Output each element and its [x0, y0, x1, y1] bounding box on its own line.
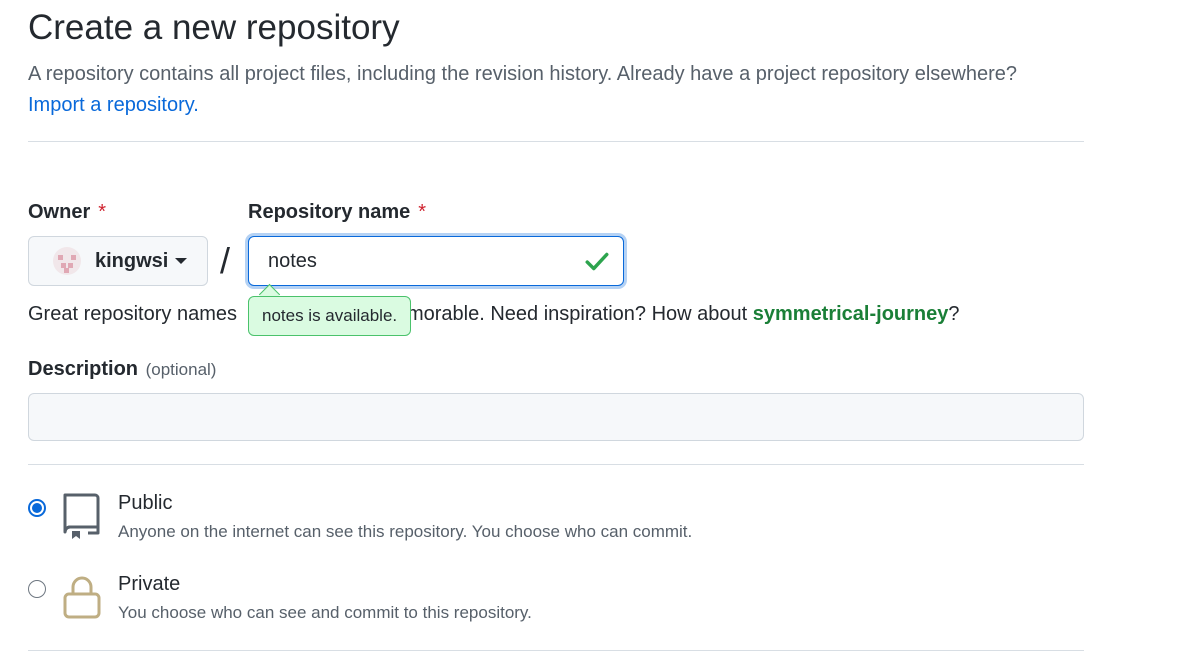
description-divider [28, 464, 1084, 465]
owner-dropdown-button[interactable]: kingwsi [28, 236, 208, 286]
description-optional-hint: (optional) [145, 360, 217, 379]
repository-name-required-mark: * [418, 201, 427, 223]
private-description: You choose who can see and commit to thi… [118, 603, 532, 622]
hint-suffix: ? [948, 303, 960, 325]
hint-middle: morable. Need inspiration? How about [406, 303, 748, 325]
subtitle-text: A repository contains all project files,… [28, 63, 1018, 85]
public-description: Anyone on the internet can see this repo… [118, 522, 693, 541]
repository-name-input[interactable] [248, 236, 624, 286]
repo-icon [63, 493, 100, 539]
repository-name-hint: Great repository names morable. Need insp… [28, 303, 960, 326]
caret-down-icon [175, 258, 188, 264]
check-icon [585, 252, 609, 271]
owner-repo-separator: / [220, 240, 231, 281]
repository-name-label: Repository name * [248, 201, 426, 224]
owner-required-mark: * [98, 201, 107, 223]
availability-tooltip: notes is available. [248, 296, 412, 336]
owner-label-text: Owner [28, 201, 91, 223]
public-radio[interactable] [28, 499, 46, 517]
repository-name-label-text: Repository name [248, 201, 411, 223]
import-repository-link[interactable]: Import a repository. [28, 94, 199, 116]
visibility-divider [28, 650, 1084, 651]
description-label: Description (optional) [28, 358, 216, 381]
private-radio[interactable] [28, 580, 46, 598]
lock-icon [63, 576, 101, 619]
page-subtitle: A repository contains all project files,… [28, 59, 1098, 121]
owner-label: Owner * [28, 201, 106, 224]
header-divider [28, 141, 1084, 142]
public-title: Public [118, 492, 173, 514]
owner-name: kingwsi [95, 249, 169, 272]
hint-prefix: Great repository names [28, 303, 237, 325]
suggested-name-link[interactable]: symmetrical-journey [753, 303, 949, 325]
identicon-avatar [53, 247, 81, 275]
private-title: Private [118, 573, 181, 595]
page-title: Create a new repository [28, 8, 400, 47]
description-input[interactable] [28, 393, 1084, 441]
description-label-text: Description [28, 358, 139, 380]
